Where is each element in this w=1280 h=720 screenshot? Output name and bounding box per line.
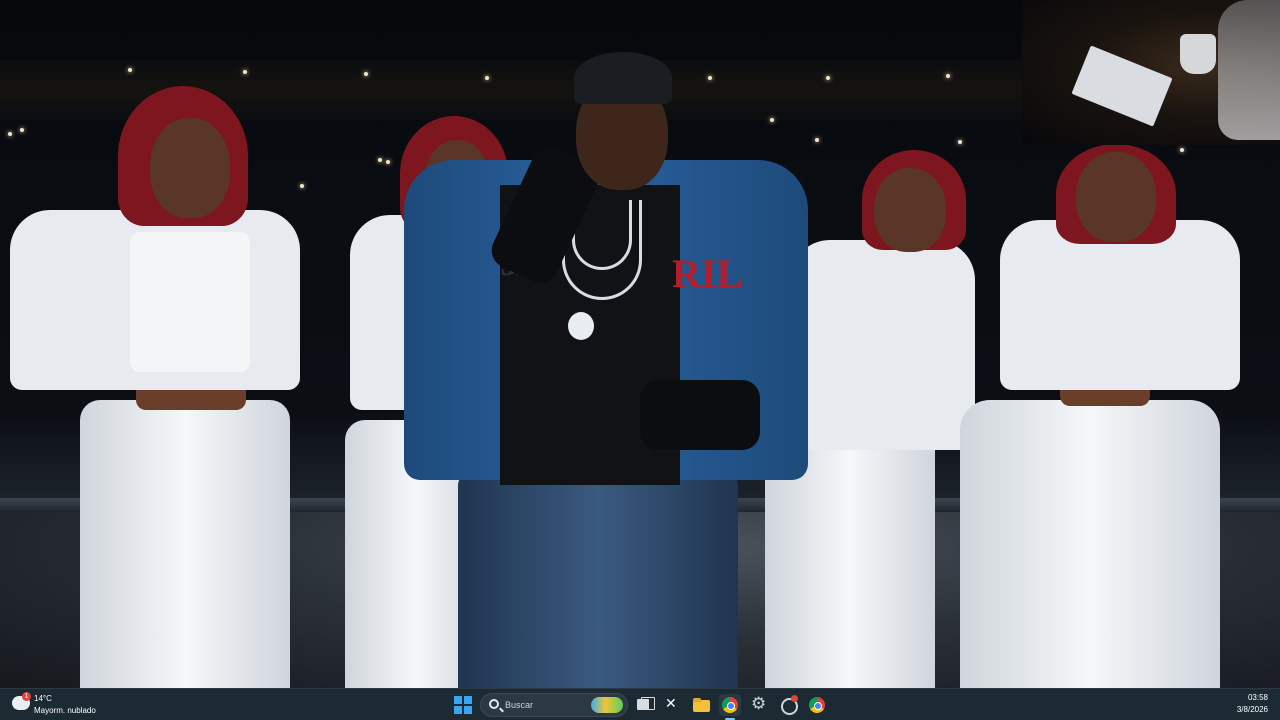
- background-light: [8, 132, 12, 136]
- weather-description: Mayorm. nublado: [34, 706, 96, 715]
- search-box[interactable]: Buscar: [480, 693, 628, 717]
- chrome-logo: [809, 697, 825, 713]
- background-light: [708, 76, 712, 80]
- background-light: [386, 160, 390, 164]
- weather-temperature: 14°C: [34, 694, 52, 703]
- task-view-icon[interactable]: [633, 694, 655, 716]
- background-light: [128, 68, 132, 72]
- chrome-logo: [722, 697, 738, 713]
- capcut-icon[interactable]: [661, 694, 683, 716]
- background-light: [946, 74, 950, 78]
- person-figure: [1218, 0, 1280, 140]
- background-light: [815, 138, 819, 142]
- background-light: [770, 118, 774, 122]
- taskbar: 1 14°C Mayorm. nublado Buscar 03:58 3/8/…: [0, 688, 1280, 720]
- windows-start-icon[interactable]: [454, 696, 472, 714]
- notebook-paper: [1071, 45, 1173, 127]
- background-light: [826, 76, 830, 80]
- search-icon: [489, 699, 499, 709]
- notification-badge: 1: [22, 692, 31, 701]
- background-light: [300, 184, 304, 188]
- folder-icon[interactable]: [690, 694, 712, 716]
- cup: [1180, 34, 1216, 74]
- clock-date[interactable]: 3/8/2026: [1237, 705, 1268, 714]
- search-placeholder: Buscar: [505, 700, 534, 710]
- chrome-icon[interactable]: [719, 694, 741, 716]
- background-light: [378, 158, 382, 162]
- clock-icon[interactable]: [777, 694, 799, 716]
- chrome-profile-icon[interactable]: [806, 694, 828, 716]
- search-highlight-icon: [591, 697, 623, 713]
- background-light: [485, 76, 489, 80]
- weather-widget[interactable]: 1 14°C Mayorm. nublado: [8, 692, 128, 718]
- background-light: [364, 72, 368, 76]
- background-light: [243, 70, 247, 74]
- clock-time[interactable]: 03:58: [1248, 693, 1268, 702]
- gear-icon[interactable]: [748, 694, 770, 716]
- background-light: [20, 128, 24, 132]
- background-light: [1180, 148, 1184, 152]
- background-light: [958, 140, 962, 144]
- desktop-wallpaper-scene: RIL JU: [0, 0, 1280, 688]
- inset-camera-view: [1022, 0, 1280, 145]
